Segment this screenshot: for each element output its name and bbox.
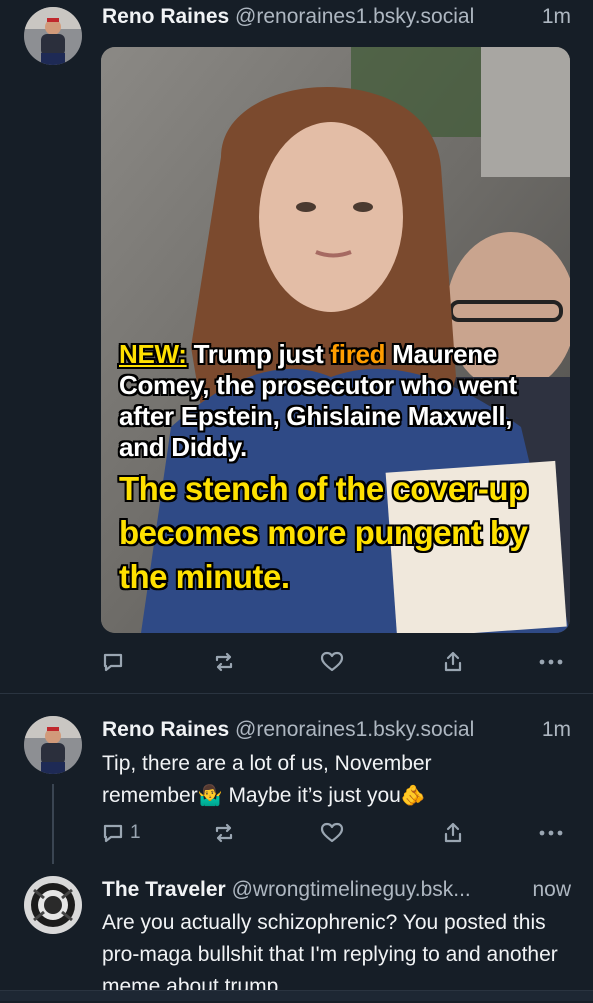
like-button[interactable] [320, 647, 344, 677]
post-1[interactable]: Reno Raines @renoraines1.bsky.social 1m [0, 0, 593, 693]
repost-button[interactable] [212, 647, 236, 677]
shrug-emoji: 🤷‍♂️ [197, 785, 223, 807]
post-actions: 1 [102, 818, 570, 848]
author-avatar[interactable] [24, 876, 82, 934]
author-avatar[interactable] [24, 7, 82, 65]
author-avatar[interactable] [24, 716, 82, 774]
thread-line [52, 784, 54, 864]
post-header: The Traveler @wrongtimelineguy.bsk... no… [102, 875, 571, 905]
post-text-line-1: Tip, there are a lot of us, November [102, 752, 432, 775]
post-actions [102, 647, 570, 677]
more-button[interactable] [538, 647, 564, 677]
reply-icon [103, 824, 123, 843]
like-button[interactable] [320, 818, 344, 848]
repost-button[interactable] [212, 818, 236, 848]
more-icon [539, 659, 563, 665]
caption-fired: fired [330, 339, 386, 369]
share-icon [444, 651, 462, 672]
post-text-remember: remember [102, 784, 198, 807]
like-icon [320, 651, 344, 672]
author-name[interactable]: The Traveler [102, 878, 226, 901]
repost-icon [215, 652, 233, 672]
author-name[interactable]: Reno Raines [102, 718, 229, 741]
reply-button[interactable]: 1 [102, 818, 141, 848]
caption-white: NEW: Trump just fired Maurene Comey, the… [119, 339, 559, 463]
author-handle[interactable]: @wrongtimelineguy.bsk... [232, 878, 471, 901]
post-text: Tip, there are a lot of us, November rem… [102, 748, 572, 812]
reply-icon [103, 653, 123, 672]
reply-count: 1 [130, 822, 141, 843]
caption-part-1: Trump just [186, 339, 331, 369]
post-time[interactable]: now [532, 875, 571, 905]
post-time[interactable]: 1m [542, 2, 571, 32]
author-handle[interactable]: @renoraines1.bsky.social [235, 718, 474, 741]
post-2[interactable]: Reno Raines @renoraines1.bsky.social 1m … [0, 694, 593, 864]
post-header: Reno Raines @renoraines1.bsky.social 1m [102, 2, 571, 32]
bottom-edge [0, 990, 593, 1001]
avatar-image [24, 716, 82, 774]
post-text-maybe: Maybe it’s just you [222, 784, 401, 807]
avatar-image [24, 7, 82, 65]
caption-yellow: The stench of the cover-up becomes more … [119, 470, 528, 595]
repost-icon [215, 823, 233, 843]
caption-new-label: NEW: [119, 339, 187, 369]
post-time[interactable]: 1m [542, 715, 571, 745]
post-text: Are you actually schizophrenic? You post… [102, 911, 558, 998]
avatar-image [24, 876, 82, 934]
more-button[interactable] [538, 818, 564, 848]
share-icon [444, 822, 462, 843]
image-caption: NEW: Trump just fired Maurene Comey, the… [119, 339, 559, 599]
post-header: Reno Raines @renoraines1.bsky.social 1m [102, 715, 571, 745]
share-button[interactable] [442, 647, 464, 677]
share-button[interactable] [442, 818, 464, 848]
post-3[interactable]: The Traveler @wrongtimelineguy.bsk... no… [0, 864, 593, 998]
post-image[interactable]: NEW: Trump just fired Maurene Comey, the… [101, 47, 570, 633]
like-icon [320, 822, 344, 843]
reply-button[interactable] [102, 647, 124, 677]
post-text-line-2: remember🤷‍♂️ Maybe it’s just you🫵 [102, 780, 572, 812]
more-icon [539, 830, 563, 836]
author-handle[interactable]: @renoraines1.bsky.social [235, 5, 474, 28]
pointing-emoji: 🫵 [400, 785, 426, 807]
author-name[interactable]: Reno Raines [102, 5, 229, 28]
